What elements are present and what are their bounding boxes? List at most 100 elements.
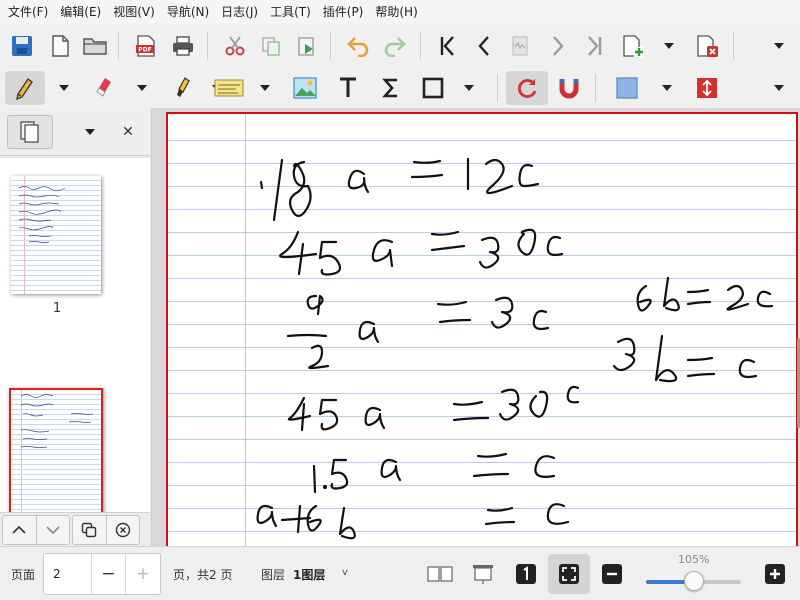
move-page-up-button[interactable]	[3, 516, 36, 544]
print-icon	[173, 36, 193, 56]
menu-edit[interactable]: 编辑(E)	[54, 0, 107, 24]
chevron-down-icon	[46, 526, 60, 535]
sidebar-close-button[interactable]: ✕	[118, 120, 138, 144]
open-button[interactable]	[78, 29, 112, 63]
redo-button[interactable]	[378, 29, 412, 63]
export-pdf-button[interactable]: PDF	[129, 29, 163, 63]
last-page-icon	[588, 36, 602, 56]
add-page-button[interactable]	[616, 29, 650, 63]
zoom-slider-handle[interactable]	[683, 571, 704, 591]
pen-tool-button[interactable]	[5, 71, 45, 105]
sidebar-pages-button[interactable]	[7, 115, 53, 149]
page-increment-button[interactable]: +	[126, 554, 160, 594]
add-page-dropdown[interactable]	[660, 29, 678, 63]
menu-help[interactable]: 帮助(H)	[369, 0, 423, 24]
latex-tool-button[interactable]	[374, 71, 408, 105]
color-dropdown[interactable]	[658, 71, 676, 105]
shape-options-dropdown[interactable]	[460, 71, 478, 105]
insert-image-button[interactable]	[288, 71, 322, 105]
menu-journal[interactable]: 日志(J)	[215, 0, 264, 24]
zoom-in-button[interactable]	[755, 554, 795, 594]
journal-page[interactable]	[166, 112, 798, 546]
copy-icon	[82, 522, 97, 538]
new-page-icon	[52, 35, 69, 57]
vertical-space-button[interactable]	[690, 71, 724, 105]
previous-page-button[interactable]	[467, 29, 501, 63]
layer-select-value[interactable]: 1图层	[293, 566, 325, 583]
menu-navigation[interactable]: 导航(N)	[161, 0, 215, 24]
rectangle-icon	[422, 77, 444, 99]
presentation-mode-button[interactable]	[463, 554, 503, 594]
sidebar-view-dropdown[interactable]	[80, 120, 100, 144]
zoom-fit-button[interactable]	[548, 554, 590, 594]
select-rotate-button[interactable]	[506, 71, 548, 105]
toolbar2-overflow-dropdown[interactable]	[770, 71, 788, 105]
duplicate-page-button[interactable]	[73, 516, 106, 544]
redo-icon	[384, 37, 406, 57]
cut-button[interactable]	[218, 29, 252, 63]
eraser-tool-button[interactable]	[86, 71, 120, 105]
status-bar: 页面 − + 页，共2 页 图层 1图层 v 105%	[0, 546, 800, 600]
move-page-down-button[interactable]	[35, 516, 70, 544]
dual-page-view-button[interactable]	[420, 554, 460, 594]
save-button[interactable]	[5, 29, 39, 63]
pen-options-dropdown[interactable]	[55, 71, 73, 105]
page-thumbnail-list: 1 2	[0, 158, 150, 534]
menu-file[interactable]: 文件(F)	[2, 0, 54, 24]
page-number-input[interactable]	[44, 554, 92, 594]
sidebar-header: ✕	[0, 108, 150, 156]
sigma-icon	[382, 78, 397, 98]
paste-button[interactable]	[290, 29, 324, 63]
first-page-icon	[440, 36, 454, 56]
page-thumbnail-2[interactable]	[9, 388, 103, 518]
shape-tool-button[interactable]	[416, 71, 450, 105]
menu-view[interactable]: 视图(V)	[107, 0, 161, 24]
toolbar-separator	[207, 32, 208, 60]
chevron-down-icon	[260, 85, 270, 91]
eraser-options-dropdown[interactable]	[133, 71, 151, 105]
highlighter-tool-button[interactable]	[166, 71, 200, 105]
zoom-out-button[interactable]	[592, 554, 632, 594]
open-folder-icon	[83, 38, 107, 55]
pen-icon	[16, 78, 33, 100]
select-rotate-icon	[518, 79, 537, 98]
first-page-button[interactable]	[430, 29, 464, 63]
new-document-button[interactable]	[43, 29, 77, 63]
chevron-down-icon	[59, 85, 69, 91]
close-icon: ✕	[122, 124, 134, 140]
delete-page-sidebar-button[interactable]	[105, 516, 140, 544]
zoom-fit-icon	[559, 564, 579, 584]
export-pdf-icon: PDF	[136, 35, 155, 57]
chevron-down-icon	[662, 85, 672, 91]
page-spinbox: − +	[43, 553, 161, 595]
next-page-icon	[553, 36, 564, 56]
page-preview-button[interactable]	[503, 29, 537, 63]
magnet-icon	[559, 79, 579, 99]
layer-dropdown[interactable]: v	[342, 567, 348, 578]
page-decrement-button[interactable]: −	[92, 554, 126, 594]
copy-button[interactable]	[254, 29, 288, 63]
chevron-down-icon	[85, 129, 95, 135]
page-thumbnail-1[interactable]	[11, 176, 101, 294]
undo-button[interactable]	[341, 29, 375, 63]
zoom-100-button[interactable]	[506, 554, 546, 594]
undo-icon	[347, 37, 369, 57]
print-button[interactable]	[166, 29, 200, 63]
last-page-button[interactable]	[578, 29, 612, 63]
document-canvas[interactable]	[152, 108, 800, 546]
text-image-options-dropdown[interactable]	[256, 71, 274, 105]
color-button[interactable]	[610, 71, 644, 105]
delete-page-button[interactable]	[690, 29, 724, 63]
menu-tools[interactable]: 工具(T)	[264, 0, 317, 24]
toolbar-overflow-dropdown[interactable]	[770, 29, 788, 63]
menu-plugins[interactable]: 插件(P)	[317, 0, 370, 24]
chevron-down-icon	[774, 85, 784, 91]
zoom-100-icon	[516, 564, 536, 584]
eraser-icon	[96, 78, 111, 97]
snapping-button[interactable]	[552, 71, 586, 105]
text-image-tool-button[interactable]	[211, 71, 247, 105]
next-page-button[interactable]	[541, 29, 575, 63]
text-tool-button[interactable]	[331, 71, 365, 105]
delete-page-icon	[697, 35, 718, 57]
highlighter-icon	[177, 77, 190, 97]
